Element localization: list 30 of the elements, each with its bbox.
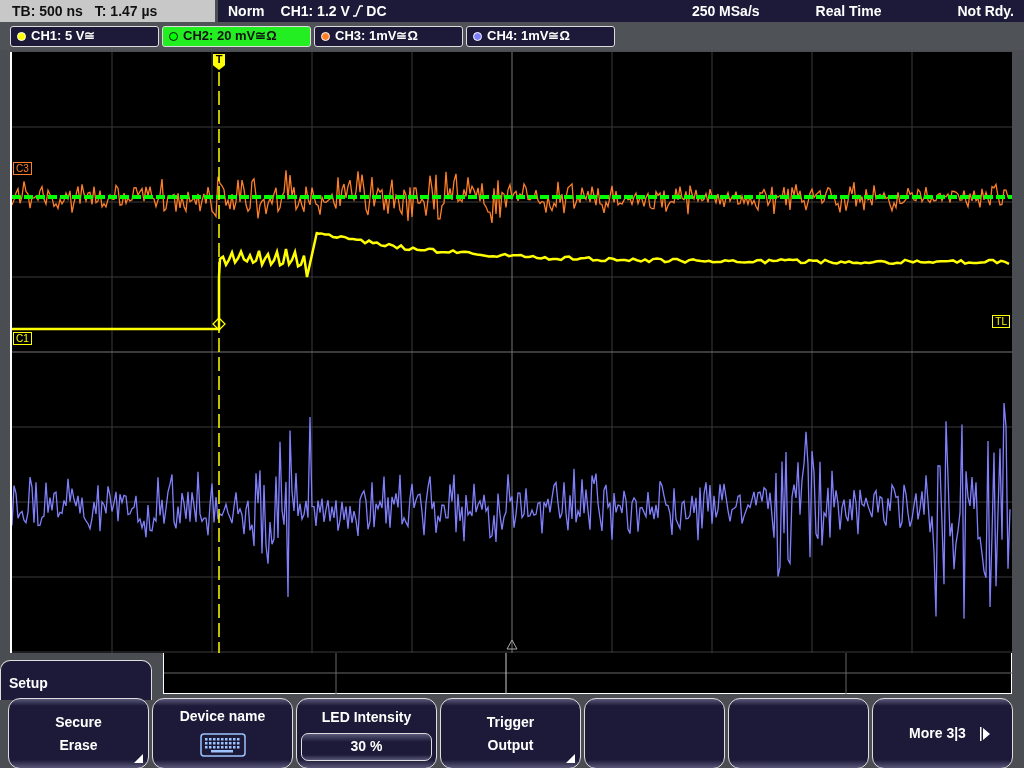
softkey-button[interactable]: Secure Erase — [8, 698, 149, 768]
trigger-time-readout: T: 1.47 µs — [94, 1, 158, 21]
keyboard-icon — [199, 733, 246, 758]
softkey-button[interactable]: More 3|3 — [872, 698, 1013, 768]
softkey-button[interactable]: Device name — [152, 698, 293, 768]
intensity-value-field[interactable]: 30 % — [301, 732, 432, 761]
next-page-icon — [979, 726, 990, 741]
softkey-button[interactable] — [584, 698, 725, 768]
channel-tab[interactable]: CH4: 1mV≅Ω — [466, 25, 615, 47]
channel-tab[interactable]: CH3: 1mV≅Ω — [314, 25, 463, 47]
menu-title: Setup — [0, 660, 152, 700]
trigger-source-label: CH1: 1.2 V — [280, 1, 350, 21]
channel-tab[interactable]: CH2: 20 mV≅Ω — [162, 25, 311, 47]
trigger-point-icon — [212, 317, 226, 331]
softkey-button[interactable] — [728, 698, 869, 768]
softkey-button[interactable]: LED Intensity 30 % — [296, 698, 437, 768]
channel-marker: TL — [992, 315, 1010, 328]
rising-edge-icon — [353, 5, 364, 17]
channel-marker: C1 — [13, 332, 32, 345]
channel-tab[interactable]: CH1: 5 V≅ — [10, 25, 159, 47]
sample-rate-label: 250 MSa/s — [691, 1, 760, 21]
acquisition-state-label: Not Rdy. — [957, 1, 1014, 21]
channel-marker: C3 — [13, 162, 32, 175]
softkey-button[interactable]: Trigger Output — [440, 698, 581, 768]
position-marker-icon — [506, 639, 518, 650]
acquisition-mode-label: Real Time — [815, 1, 882, 21]
trigger-marker: T — [213, 54, 225, 70]
coupling-label: DC — [366, 1, 387, 21]
timebase-readout: TB: 500 ns — [12, 1, 83, 21]
trigger-mode-label: Norm — [228, 1, 265, 21]
